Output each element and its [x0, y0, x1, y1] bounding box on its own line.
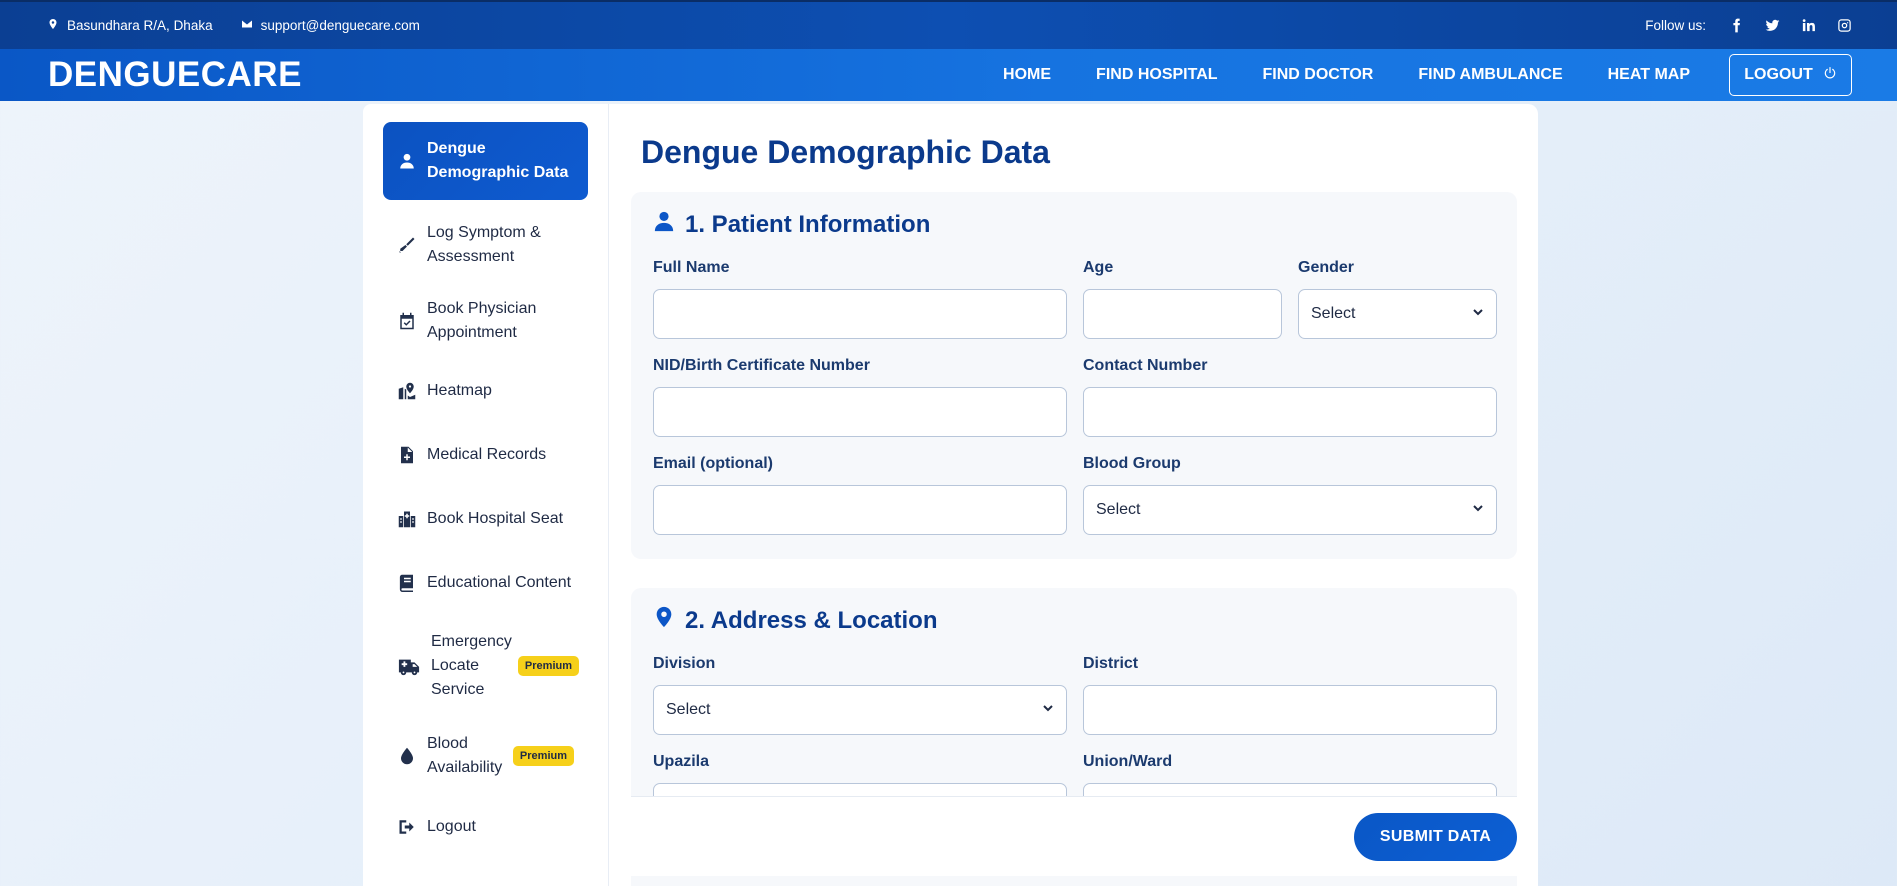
thermometer-icon [397, 235, 417, 255]
page-title: Dengue Demographic Data [641, 134, 1050, 170]
sidebar-item-heatmap[interactable]: Heatmap [383, 367, 588, 415]
sidebar-item-label: Medical Records [427, 446, 547, 463]
main-navbar: DENGUECARE HOME FIND HOSPITAL FIND DOCTO… [0, 49, 1897, 101]
full-name-label: Full Name [653, 259, 730, 276]
follow-label: Follow us: [1645, 18, 1706, 33]
contact-number-label: Contact Number [1083, 357, 1208, 374]
nav-home[interactable]: HOME [1003, 66, 1051, 84]
sidebar-item-label: Book Physician Appointment [427, 300, 537, 341]
gender-label: Gender [1298, 259, 1355, 276]
email-text[interactable]: support@denguecare.com [261, 18, 420, 33]
map-marker-icon [47, 18, 59, 33]
contact-number-input[interactable] [1083, 387, 1497, 437]
gender-select[interactable]: Select [1298, 289, 1497, 339]
section-title-address: 2. Address & Location [653, 606, 938, 635]
section-title-text: 1. Patient Information [685, 210, 931, 238]
nav-find-ambulance[interactable]: FIND AMBULANCE [1418, 66, 1562, 84]
instagram-icon[interactable] [1836, 18, 1852, 34]
ambulance-icon [397, 656, 421, 676]
email-info: support@denguecare.com [241, 18, 420, 33]
sidebar-item-blood-availability[interactable]: Blood Availability Premium [383, 725, 588, 787]
sidebar-item-label: Educational Content [427, 574, 572, 591]
sidebar-item-label: Log Symptom & Assessment [427, 224, 541, 265]
premium-badge: Premium [512, 746, 574, 766]
blood-drop-icon [397, 746, 417, 766]
district-label: District [1083, 655, 1139, 672]
sidebar-item-medical-records[interactable]: Medical Records [383, 431, 588, 479]
sidebar-item-label: Blood Availability [427, 735, 503, 776]
division-label: Division [653, 655, 716, 672]
blood-group-select[interactable]: Select [1083, 485, 1497, 535]
section-title-text: 2. Address & Location [685, 606, 938, 634]
calendar-check-icon [397, 311, 417, 331]
nid-label: NID/Birth Certificate Number [653, 357, 870, 374]
facebook-icon[interactable] [1728, 18, 1744, 34]
sidebar-item-log-symptom[interactable]: Log Symptom & Assessment [383, 215, 588, 275]
chevron-down-icon [1472, 305, 1484, 323]
sidebar-item-label: Logout [427, 818, 476, 835]
upazila-label: Upazila [653, 753, 710, 770]
section-title-patient-info: 1. Patient Information [653, 210, 930, 239]
nav-find-hospital[interactable]: FIND HOSPITAL [1096, 66, 1217, 84]
envelope-icon [241, 18, 253, 33]
age-input[interactable] [1083, 289, 1282, 339]
top-info-bar: Basundhara R/A, Dhaka support@denguecare… [0, 0, 1897, 49]
gender-select-value: Select [1311, 305, 1356, 322]
map-pin-icon [397, 381, 417, 401]
nav-menu: HOME FIND HOSPITAL FIND DOCTOR FIND AMBU… [958, 54, 1852, 96]
district-input[interactable] [1083, 685, 1497, 735]
sidebar-item-educational-content[interactable]: Educational Content [383, 559, 588, 607]
patient-information-card: 1. Patient Information Full Name Age Gen… [631, 192, 1517, 559]
sidebar-item-book-hospital-seat[interactable]: Book Hospital Seat [383, 495, 588, 543]
division-select[interactable]: Select [653, 685, 1067, 735]
sidebar-item-logout[interactable]: Logout [383, 803, 588, 851]
sign-out-icon [397, 817, 417, 837]
user-icon [653, 210, 675, 239]
location-text: Basundhara R/A, Dhaka [67, 18, 213, 33]
age-label: Age [1083, 259, 1114, 276]
email-label: Email (optional) [653, 455, 773, 472]
sidebar-item-demographic-data[interactable]: Dengue Demographic Data [383, 122, 588, 200]
logout-button[interactable]: LOGOUT [1729, 54, 1852, 96]
twitter-icon[interactable] [1764, 18, 1780, 34]
nav-heat-map[interactable]: HEAT MAP [1608, 66, 1690, 84]
brand-logo[interactable]: DENGUECARE [48, 55, 302, 95]
hospital-icon [397, 509, 417, 529]
full-name-input[interactable] [653, 289, 1067, 339]
sidebar-item-label: Emergency Locate Service [431, 633, 512, 698]
sidebar: Dengue Demographic Data Log Symptom & As… [363, 104, 608, 886]
logout-button-label: LOGOUT [1744, 66, 1813, 83]
sidebar-item-label: Heatmap [427, 382, 492, 399]
division-select-value: Select [666, 701, 711, 718]
book-icon [397, 573, 417, 593]
premium-badge: Premium [517, 656, 579, 676]
submit-data-button[interactable]: SUBMIT DATA [1354, 813, 1517, 861]
nid-input[interactable] [653, 387, 1067, 437]
nav-find-doctor[interactable]: FIND DOCTOR [1263, 66, 1374, 84]
map-marker-icon [653, 606, 675, 635]
sidebar-item-label: Dengue Demographic Data [427, 140, 569, 181]
email-input[interactable] [653, 485, 1067, 535]
blood-group-label: Blood Group [1083, 455, 1181, 472]
main-content: Dengue Demographic Data 1. Patient Infor… [608, 104, 1538, 886]
union-ward-label: Union/Ward [1083, 753, 1173, 770]
chevron-down-icon [1472, 501, 1484, 519]
sidebar-item-label: Book Hospital Seat [427, 510, 564, 527]
submit-footer: SUBMIT DATA [631, 796, 1517, 876]
linkedin-icon[interactable] [1800, 18, 1816, 34]
chevron-down-icon [1042, 701, 1054, 719]
medical-file-icon [397, 445, 417, 465]
sidebar-item-emergency-locate[interactable]: Emergency Locate Service Premium [383, 623, 588, 709]
location-info: Basundhara R/A, Dhaka [47, 18, 213, 33]
user-icon [397, 151, 417, 171]
power-icon [1823, 66, 1837, 85]
sidebar-item-book-physician[interactable]: Book Physician Appointment [383, 291, 588, 351]
blood-group-select-value: Select [1096, 501, 1141, 518]
